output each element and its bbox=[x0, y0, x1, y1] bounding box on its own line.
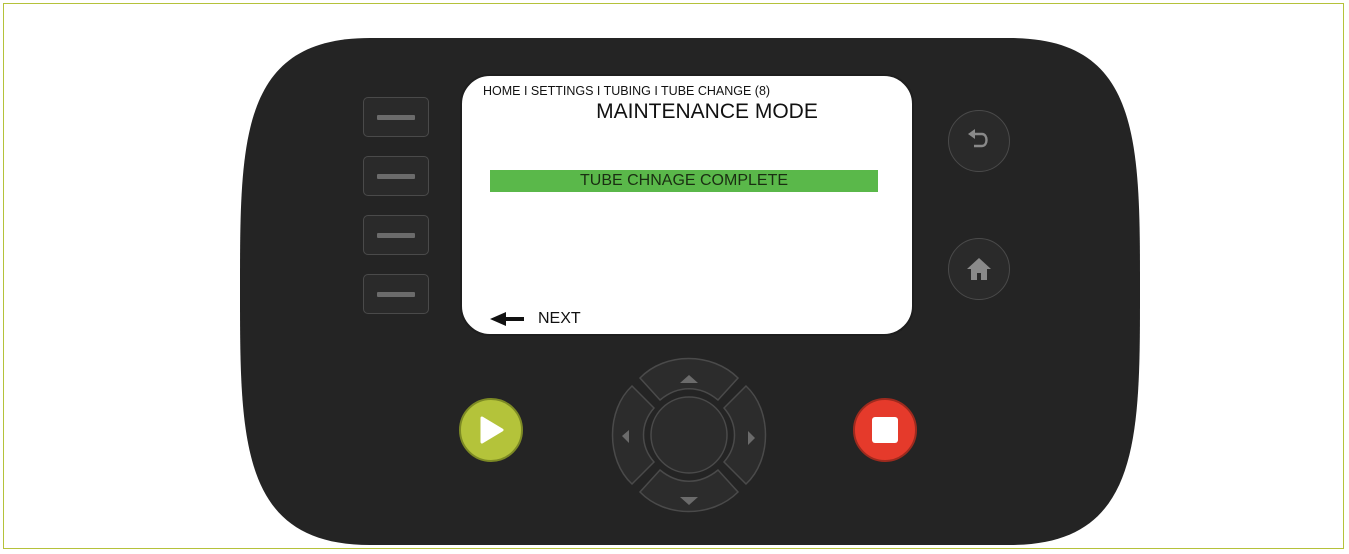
play-icon bbox=[480, 416, 504, 444]
soft-key-1[interactable] bbox=[363, 97, 429, 137]
left-arrow-icon bbox=[490, 312, 524, 326]
dash-icon bbox=[377, 114, 415, 120]
dash-icon bbox=[377, 232, 415, 238]
next-label: NEXT bbox=[538, 310, 581, 327]
play-button[interactable] bbox=[459, 398, 523, 462]
display-screen: HOME I SETTINGS I TUBING I TUBE CHANGE (… bbox=[460, 74, 914, 336]
back-button[interactable] bbox=[948, 110, 1010, 172]
dash-icon bbox=[377, 173, 415, 179]
back-arrow-icon bbox=[968, 129, 988, 148]
stop-button[interactable] bbox=[853, 398, 917, 462]
page-title: MAINTENANCE MODE bbox=[596, 100, 818, 123]
home-button[interactable] bbox=[948, 238, 1010, 300]
soft-key-3[interactable] bbox=[363, 215, 429, 255]
stop-icon bbox=[872, 417, 898, 443]
breadcrumb: HOME I SETTINGS I TUBING I TUBE CHANGE (… bbox=[483, 84, 771, 98]
dpad-center-button[interactable] bbox=[650, 396, 728, 474]
soft-key-2[interactable] bbox=[363, 156, 429, 196]
soft-key-4[interactable] bbox=[363, 274, 429, 314]
next-prompt: NEXT bbox=[490, 309, 581, 329]
dash-icon bbox=[377, 291, 415, 297]
home-icon bbox=[967, 258, 991, 280]
status-banner: TUBE CHNAGE COMPLETE bbox=[490, 170, 878, 192]
